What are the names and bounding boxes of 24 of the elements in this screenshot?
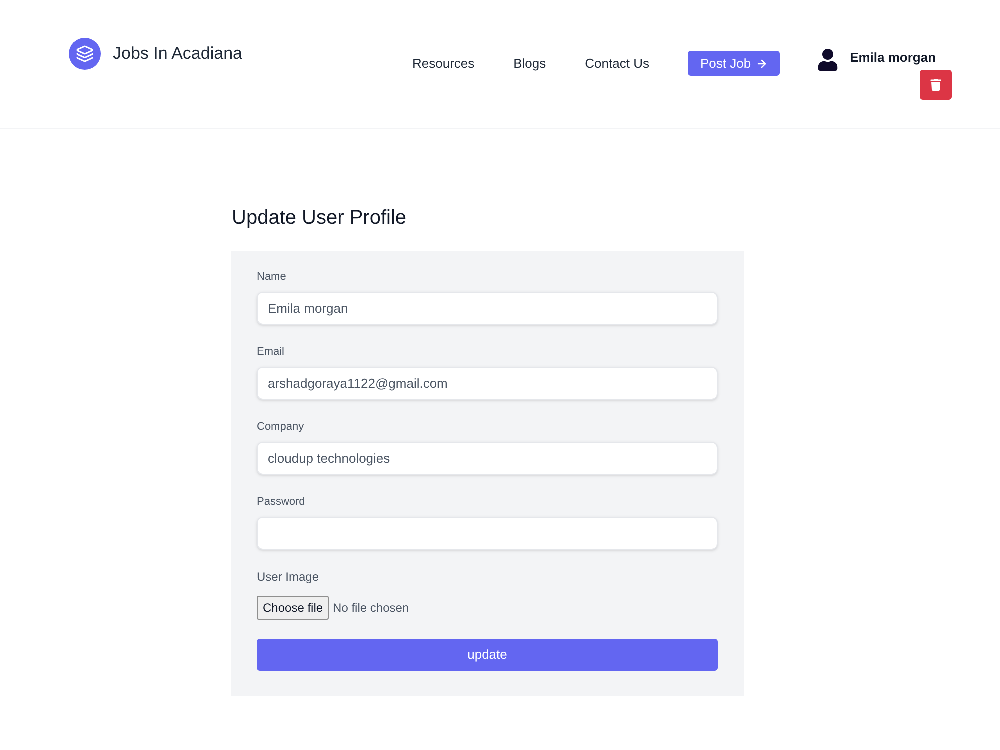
page-title: Update User Profile — [232, 206, 407, 230]
input-field[interactable] — [257, 517, 718, 550]
post-job-button[interactable]: Post Job — [688, 51, 780, 76]
nav-link[interactable]: Contact Us — [585, 54, 650, 74]
file-status-text: No file chosen — [333, 600, 410, 617]
arrow-right-icon — [756, 58, 768, 70]
user-name: Emila morgan — [850, 50, 936, 64]
field-label: Email — [257, 345, 285, 360]
field-label: Password — [257, 495, 306, 510]
update-button[interactable]: update — [257, 639, 718, 671]
user-icon — [817, 49, 840, 71]
choose-file-button[interactable]: Choose file — [257, 596, 330, 620]
trash-icon — [930, 79, 942, 91]
delete-button[interactable] — [920, 70, 952, 100]
input-field[interactable]: Emila morgan — [257, 292, 718, 325]
field-label: Name — [257, 270, 286, 285]
input-field[interactable]: arshadgoraya1122@gmail.com — [257, 367, 718, 400]
nav-link[interactable]: Resources — [412, 54, 475, 74]
nav-link[interactable]: Blogs — [514, 54, 546, 74]
layers-logo-icon — [69, 38, 101, 70]
logo-text: Jobs In Acadiana — [113, 43, 242, 66]
field-label: User Image — [257, 570, 320, 585]
field-label: Company — [257, 420, 304, 435]
input-field[interactable]: cloudup technologies — [257, 442, 718, 475]
